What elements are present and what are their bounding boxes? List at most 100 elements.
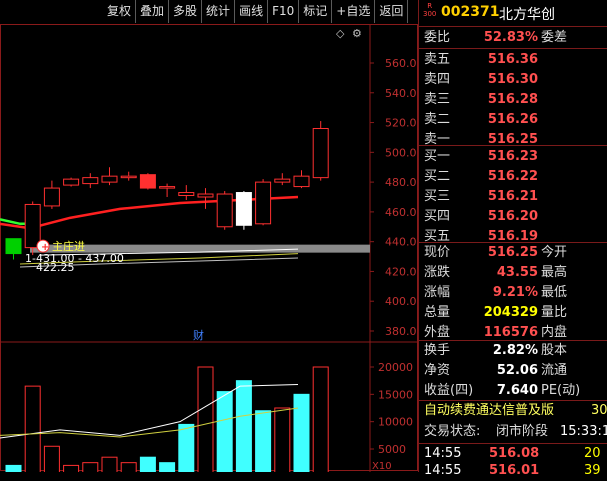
candle-body — [216, 193, 233, 228]
stat-row-3-value: 204329 — [483, 305, 538, 320]
ask-row-1-value: 516.30 — [487, 72, 538, 87]
stat2-row-2-label: 收益(四) — [424, 383, 474, 398]
volume-bar — [274, 407, 291, 477]
volume-bar — [293, 393, 310, 477]
ask-row-3-value: 516.26 — [487, 112, 538, 127]
ask-row-2: 卖三 516.28 — [419, 90, 607, 110]
stat-row-3: 总量 204329 量比 — [419, 303, 607, 323]
stat-row-1-value: 43.55 — [496, 265, 538, 280]
volume-bar — [216, 391, 233, 477]
volume-bar — [178, 423, 195, 477]
webi-row: 委比 52.83% 委差 — [419, 28, 607, 48]
ask-row-3-label: 卖二 — [424, 112, 451, 127]
divider — [419, 145, 607, 146]
stat-row-2: 涨幅 9.21% 最低 — [419, 283, 607, 303]
candle-body — [255, 181, 272, 225]
stock-name: 北方华创 — [499, 7, 555, 23]
bid-row-0: 买一 516.23 — [419, 147, 607, 167]
webi-row-value: 52.83% — [483, 30, 538, 45]
candle-body — [101, 175, 118, 183]
volume-bar — [63, 464, 80, 477]
ask-row-3: 卖二 516.26 — [419, 110, 607, 130]
candle-body — [82, 177, 99, 185]
stat-row-0-value: 516.25 — [487, 245, 538, 260]
candle-body — [43, 187, 60, 207]
volume-axis-label: 10000 — [378, 416, 413, 429]
price-axis-label: 460.0 — [385, 206, 417, 219]
bid-row-2: 买三 516.21 — [419, 187, 607, 207]
stat2-row-2-value: 7.640 — [496, 383, 538, 398]
volume-bar — [139, 456, 156, 477]
volume-bar — [5, 464, 22, 477]
price-axis-label: 420.0 — [385, 265, 417, 278]
price-axis-label: 380.0 — [385, 325, 417, 338]
toolbar-button-7[interactable]: +自选 — [332, 0, 376, 23]
webi-row-label2: 委差 — [541, 30, 568, 45]
stat2-row-1-label: 净资 — [424, 363, 451, 378]
volume-ma-yellow — [0, 407, 299, 438]
stat-row-0: 现价 516.25 今开 — [419, 243, 607, 263]
stat2-row-1-value: 52.06 — [496, 363, 538, 378]
tick-time: 14:55 — [424, 463, 462, 478]
candle-body — [139, 174, 156, 189]
volume-bar — [120, 462, 137, 477]
stat2-row-2: 收益(四) 7.640 PE(动) — [419, 381, 607, 401]
industry-row[interactable]: 自动续费通达信普及版 30 — [419, 401, 607, 421]
stat2-row-2-label2: PE(动) — [541, 383, 581, 398]
stat-row-2-value: 9.21% — [492, 285, 538, 300]
volume-axis-label: 20000 — [378, 361, 413, 374]
status-row: 交易状态: 闭市阶段 15:33:1 — [419, 422, 607, 442]
stat2-row-0-value: 2.82% — [492, 343, 538, 358]
tick-row: 14:55 516.01 39 — [419, 461, 607, 481]
kline-chart[interactable]: 560.0 540.0 520.0 500.0 480.0 460.0 440.0 420.0… — [0, 24, 418, 477]
stat2-row-1-label2: 流通 — [541, 363, 568, 378]
candle-body — [120, 175, 137, 179]
stat-row-0-label: 现价 — [424, 245, 451, 260]
toolbar-button-6[interactable]: 标记 — [299, 0, 333, 23]
candle-body — [63, 178, 80, 186]
toolbar-button-8[interactable]: 返回 — [375, 0, 409, 23]
status-label: 交易状态: — [424, 424, 481, 439]
kline-svg: 560.0 540.0 520.0 500.0 480.0 460.0 440.0 420.0… — [0, 24, 418, 477]
volume-unit-label: X10 — [372, 461, 392, 472]
volume-bar — [101, 456, 118, 477]
volume-bar — [197, 366, 214, 477]
stat-row-1: 涨跌 43.55 最高 — [419, 263, 607, 283]
price-axis-label: 400.0 — [385, 295, 417, 308]
industry-num: 30 — [591, 403, 607, 418]
status-value: 闭市阶段 — [496, 424, 549, 439]
price-axis-label: 480.0 — [385, 176, 417, 189]
candle-body — [159, 186, 176, 189]
bid-row-2-value: 516.21 — [487, 189, 538, 204]
tick-volume: 39 — [584, 463, 601, 478]
ask-row-2-value: 516.28 — [487, 92, 538, 107]
volume-bar — [255, 410, 272, 477]
candle-body — [24, 203, 41, 249]
toolbar-button-1[interactable]: 叠加 — [136, 0, 170, 23]
stat2-row-1: 净资 52.06 流通 — [419, 361, 607, 381]
stat-row-2-label2: 最低 — [541, 285, 568, 300]
bid-row-1-value: 516.22 — [487, 169, 538, 184]
candle-body — [312, 128, 329, 179]
stat2-row-0: 换手 2.82% 股本 — [419, 341, 607, 361]
bid-row-0-value: 516.23 — [487, 149, 538, 164]
toolbar-button-2[interactable]: 多股 — [169, 0, 203, 23]
toolbar-button-3[interactable]: 统计 — [202, 0, 236, 23]
price-axis-label: 500.0 — [385, 146, 417, 159]
ask-row-1-label: 卖四 — [424, 72, 451, 87]
candle-body — [197, 193, 214, 198]
tick-price: 516.01 — [489, 463, 540, 478]
ask-row-0: 卖五 516.36 — [419, 50, 607, 70]
industry-text: 自动续费通达信普及版 — [424, 403, 555, 418]
toolbar-button-0[interactable]: 复权 — [103, 0, 137, 23]
stat-row-3-label: 总量 — [424, 305, 451, 320]
r-badge: R 300 — [423, 2, 437, 18]
stat-row-1-label2: 最高 — [541, 265, 568, 280]
bid-row-3: 买四 516.20 — [419, 207, 607, 227]
price-axis-label: 540.0 — [385, 87, 417, 100]
toolbar-button-4[interactable]: 画线 — [235, 0, 269, 23]
ask-row-2-label: 卖三 — [424, 92, 451, 107]
ask-row-0-label: 卖五 — [424, 52, 451, 67]
toolbar-button-5[interactable]: F10 — [268, 0, 300, 23]
volume-axis-label: 5000 — [378, 443, 406, 456]
